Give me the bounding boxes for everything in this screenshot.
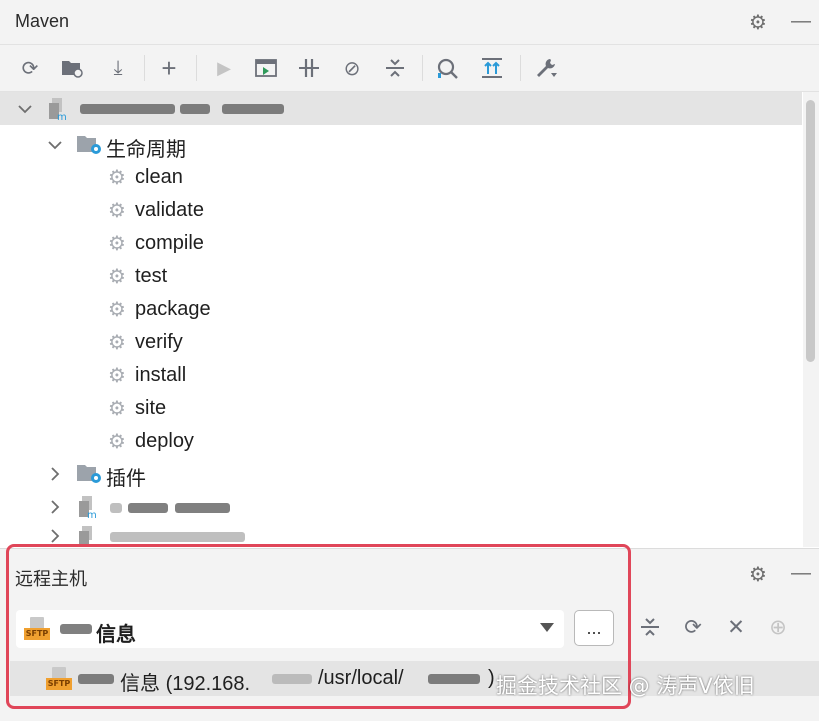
- chevron-right-icon[interactable]: [46, 527, 64, 545]
- redacted-text: [222, 104, 284, 114]
- host-path-label: /usr/local/: [318, 667, 404, 689]
- host-close-paren: ): [488, 667, 495, 689]
- skip-tests-icon[interactable]: ⊘: [338, 54, 366, 82]
- goal-label: deploy: [135, 430, 194, 452]
- redacted-text: [80, 104, 175, 114]
- goal-label: compile: [135, 232, 204, 254]
- chevron-right-icon[interactable]: [46, 465, 64, 483]
- collapse-all-icon[interactable]: [381, 54, 409, 82]
- goal-gear-icon: ⚙: [108, 199, 126, 222]
- sftp-icon: SFTP: [24, 617, 50, 641]
- minimize-icon[interactable]: —: [789, 9, 813, 33]
- tree-label-plugins: 插件: [106, 468, 146, 490]
- tree-row-plugins[interactable]: 插件: [0, 457, 802, 490]
- maven-project-icon: m: [48, 97, 76, 123]
- maven-panel-header: Maven ⚙ —: [0, 0, 819, 45]
- host-select-dropdown[interactable]: SFTP 信息: [16, 610, 564, 648]
- redacted-text: [78, 674, 114, 684]
- tree-row-lifecycle[interactable]: 生命周期: [0, 128, 802, 161]
- show-dependencies-icon[interactable]: [478, 54, 506, 82]
- redacted-text: [110, 532, 245, 542]
- goal-row[interactable]: ⚙ compile: [0, 227, 802, 260]
- toolbar-separator: [144, 55, 145, 81]
- goal-row[interactable]: ⚙ deploy: [0, 425, 802, 458]
- add-icon[interactable]: +: [155, 53, 183, 83]
- tree-row-project-root[interactable]: m: [0, 92, 802, 125]
- redacted-text: [128, 503, 168, 513]
- goal-gear-icon: ⚙: [108, 265, 126, 288]
- tree-label-lifecycle: 生命周期: [106, 139, 186, 161]
- goal-gear-icon: ⚙: [108, 232, 126, 255]
- goal-gear-icon: ⚙: [108, 364, 126, 387]
- lifecycle-folder-icon: [76, 134, 104, 156]
- goal-gear-icon: ⚙: [108, 298, 126, 321]
- redacted-text: [110, 503, 122, 513]
- goal-gear-icon: ⚙: [108, 397, 126, 420]
- toolbar-separator: [196, 55, 197, 81]
- locate-icon[interactable]: ⊕: [764, 613, 792, 641]
- goal-row[interactable]: ⚙ site: [0, 392, 802, 425]
- chevron-down-icon[interactable]: [16, 100, 34, 118]
- redacted-text: [180, 104, 210, 114]
- goal-label: verify: [135, 331, 183, 353]
- goal-label: clean: [135, 166, 183, 188]
- goal-row[interactable]: ⚙ clean: [0, 161, 802, 194]
- reload-icon[interactable]: ⟳: [16, 54, 44, 82]
- goal-label: site: [135, 397, 167, 419]
- goal-row[interactable]: ⚙ verify: [0, 326, 802, 359]
- sftp-icon: SFTP: [46, 667, 72, 691]
- goal-label: package: [135, 298, 211, 320]
- plugins-folder-icon: [76, 463, 104, 485]
- redacted-text: [272, 674, 312, 684]
- redacted-text: [428, 674, 480, 684]
- tree-scrollbar[interactable]: [803, 92, 819, 547]
- panel-title: Maven: [15, 11, 70, 31]
- goal-label: test: [135, 265, 168, 287]
- execute-goal-icon[interactable]: [252, 54, 280, 82]
- goal-row[interactable]: ⚙ validate: [0, 194, 802, 227]
- download-icon[interactable]: ⤓: [104, 54, 132, 82]
- redacted-text: [60, 624, 92, 634]
- close-icon[interactable]: ✕: [722, 613, 750, 641]
- goal-row[interactable]: ⚙ test: [0, 260, 802, 293]
- svg-text:m: m: [57, 112, 67, 121]
- goal-gear-icon: ⚙: [108, 166, 126, 189]
- svg-text:m: m: [87, 510, 97, 519]
- chevron-down-icon[interactable]: [46, 136, 64, 154]
- goal-row[interactable]: ⚙ package: [0, 293, 802, 326]
- goal-gear-icon: ⚙: [108, 430, 126, 453]
- scrollbar-thumb[interactable]: [806, 100, 815, 362]
- collapse-icon[interactable]: [636, 613, 664, 641]
- chevron-down-icon[interactable]: [540, 623, 554, 632]
- gear-icon[interactable]: ⚙: [746, 562, 770, 586]
- watermark-text: 掘金技术社区 @ 涛声V依旧: [496, 674, 755, 698]
- selected-host-label: 信息: [96, 624, 136, 646]
- tree-row-module[interactable]: [0, 523, 802, 547]
- goal-gear-icon: ⚙: [108, 331, 126, 354]
- toolbar-separator: [520, 55, 521, 81]
- analyze-dependencies-icon[interactable]: [434, 54, 462, 82]
- refresh-icon[interactable]: ⟳: [679, 613, 707, 641]
- run-icon[interactable]: ▶: [210, 54, 238, 82]
- redacted-text: [175, 503, 230, 513]
- generate-sources-icon[interactable]: [58, 54, 86, 82]
- toggle-offline-icon[interactable]: [295, 54, 323, 82]
- more-options-button[interactable]: ...: [574, 610, 614, 646]
- goal-label: install: [135, 364, 187, 386]
- goal-row[interactable]: ⚙ install: [0, 359, 802, 392]
- settings-wrench-icon[interactable]: [532, 54, 560, 82]
- tree-row-module[interactable]: m: [0, 490, 802, 523]
- minimize-icon[interactable]: —: [789, 561, 813, 585]
- chevron-right-icon[interactable]: [46, 498, 64, 516]
- host-name-label: 信息 (192.168.: [120, 673, 251, 695]
- maven-toolbar: ⟳ ⤓ + ▶ ⊘: [0, 45, 819, 92]
- maven-module-icon: [78, 525, 106, 547]
- maven-project-tree: m 生命周期 ⚙ clean ⚙ validate ⚙ compile ⚙ te…: [0, 92, 802, 547]
- toolbar-separator: [422, 55, 423, 81]
- maven-module-icon: m: [78, 495, 106, 521]
- goal-label: validate: [135, 199, 204, 221]
- gear-icon[interactable]: ⚙: [746, 10, 770, 34]
- remote-panel-title: 远程主机: [15, 569, 87, 589]
